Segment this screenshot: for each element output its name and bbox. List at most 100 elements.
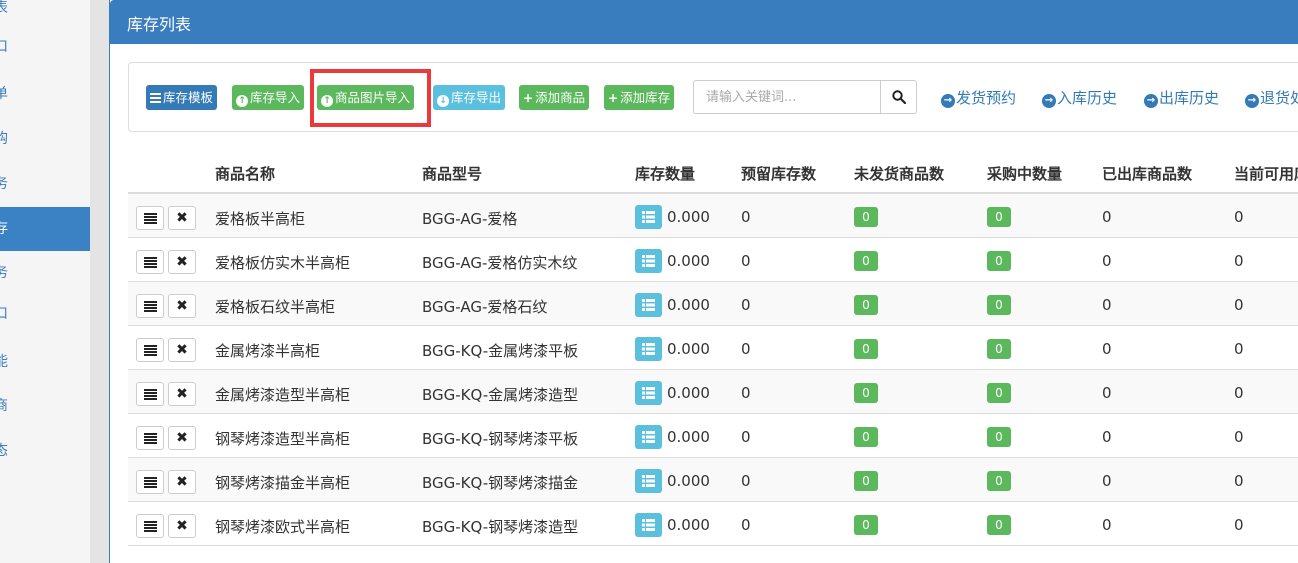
image-import-button[interactable]: ↑ 商品图片导入 <box>317 85 415 110</box>
row-menu-button[interactable] <box>136 470 164 494</box>
panel-header: 库存列表 <box>110 0 1298 44</box>
header-shipped: 已出库商品数 <box>1102 165 1193 183</box>
stock-template-button[interactable]: 库存模板 <box>146 85 218 110</box>
purchasing-badge[interactable]: 0 <box>987 339 1011 359</box>
cell-stock-qty: 0.000 <box>667 252 710 270</box>
cell-shipped: 0 <box>1102 340 1112 358</box>
arrow-circle-icon: → <box>1245 94 1259 108</box>
purchasing-badge[interactable]: 0 <box>987 207 1011 227</box>
sidebar-item-stock[interactable]: 存 <box>0 207 90 251</box>
table-row: ✖ 金属烤漆半高柜 BGG-KQ-金属烤漆平板 0.000 0 0 0 0 0 <box>128 326 1298 370</box>
returns-link[interactable]: → 退货处 <box>1245 87 1298 108</box>
header-product-name: 商品名称 <box>215 165 276 183</box>
cell-product-model: BGG-KQ-钢琴烤漆平板 <box>422 430 579 448</box>
purchasing-badge[interactable]: 0 <box>987 295 1011 315</box>
table-row: ✖ 金属烤漆造型半高柜 BGG-KQ-金属烤漆造型 0.000 0 0 0 0 0 <box>128 370 1298 414</box>
sidebar: 表 口 单 购 务 存 务 口 能 商 态 <box>0 0 90 563</box>
sidebar-item-4[interactable]: 购 <box>0 117 90 161</box>
cell-product-name: 爱格板石纹半高柜 <box>215 298 336 316</box>
row-menu-button[interactable] <box>136 426 164 450</box>
cell-reserved: 0 <box>741 252 751 270</box>
stock-detail-button[interactable] <box>635 469 662 493</box>
row-menu-button[interactable] <box>136 294 164 318</box>
sidebar-item-11[interactable]: 态 <box>0 429 90 473</box>
row-menu-button[interactable] <box>136 250 164 274</box>
cell-available: 0 <box>1234 208 1244 226</box>
close-icon: ✖ <box>176 254 188 270</box>
cell-product-model: BGG-AG-爱格石纹 <box>422 298 548 316</box>
sidebar-item-3[interactable]: 单 <box>0 72 90 116</box>
stock-detail-button[interactable] <box>635 381 662 405</box>
sidebar-item-7[interactable]: 务 <box>0 251 90 295</box>
stock-detail-button[interactable] <box>635 205 662 229</box>
close-icon: ✖ <box>176 298 188 314</box>
sidebar-item-9[interactable]: 能 <box>0 340 90 384</box>
row-delete-button[interactable]: ✖ <box>168 294 196 318</box>
unshipped-badge[interactable]: 0 <box>854 471 878 491</box>
row-menu-button[interactable] <box>136 206 164 230</box>
delivery-booking-link[interactable]: → 发货预约 <box>941 87 1016 108</box>
purchasing-badge[interactable]: 0 <box>987 515 1011 535</box>
row-delete-button[interactable]: ✖ <box>168 470 196 494</box>
purchasing-badge[interactable]: 0 <box>987 383 1011 403</box>
list-icon <box>642 387 655 399</box>
cell-available: 0 <box>1234 472 1244 490</box>
close-icon: ✖ <box>176 386 188 402</box>
add-stock-button[interactable]: + 添加库存 <box>604 85 675 110</box>
sidebar-item-10[interactable]: 商 <box>0 384 90 428</box>
cell-shipped: 0 <box>1102 428 1112 446</box>
stock-import-button[interactable]: ↑ 库存导入 <box>232 85 305 110</box>
menu-icon <box>144 257 157 268</box>
content-gutter <box>90 0 109 563</box>
row-menu-button[interactable] <box>136 382 164 406</box>
row-delete-button[interactable]: ✖ <box>168 338 196 362</box>
sidebar-item-2[interactable]: 口 <box>0 25 90 69</box>
table-row: ✖ 爱格板石纹半高柜 BGG-AG-爱格石纹 0.000 0 0 0 0 0 <box>128 282 1298 326</box>
row-menu-button[interactable] <box>136 514 164 538</box>
cell-available: 0 <box>1234 428 1244 446</box>
unshipped-badge[interactable]: 0 <box>854 427 878 447</box>
plus-icon: + <box>523 91 534 105</box>
purchasing-badge[interactable]: 0 <box>987 471 1011 491</box>
purchasing-badge[interactable]: 0 <box>987 427 1011 447</box>
row-delete-button[interactable]: ✖ <box>168 382 196 406</box>
stock-export-button[interactable]: ↓ 库存导出 <box>433 85 506 110</box>
row-delete-button[interactable]: ✖ <box>168 514 196 538</box>
table-row: ✖ 爱格板半高柜 BGG-AG-爱格 0.000 0 0 0 0 0 <box>128 194 1298 238</box>
unshipped-badge[interactable]: 0 <box>854 251 878 271</box>
cell-shipped: 0 <box>1102 472 1112 490</box>
cell-shipped: 0 <box>1102 516 1112 534</box>
row-delete-button[interactable]: ✖ <box>168 426 196 450</box>
unshipped-badge[interactable]: 0 <box>854 383 878 403</box>
download-circle-icon: ↓ <box>437 95 449 107</box>
unshipped-badge[interactable]: 0 <box>854 515 878 535</box>
cell-product-model: BGG-KQ-钢琴烤漆描金 <box>422 474 579 492</box>
stock-detail-button[interactable] <box>635 249 662 273</box>
add-product-button[interactable]: + 添加商品 <box>519 85 590 110</box>
inbound-history-link[interactable]: → 入库历史 <box>1042 87 1117 108</box>
stock-detail-button[interactable] <box>635 337 662 361</box>
plus-icon: + <box>608 91 619 105</box>
purchasing-badge[interactable]: 0 <box>987 251 1011 271</box>
stock-detail-button[interactable] <box>635 425 662 449</box>
sidebar-item-8[interactable]: 口 <box>0 292 90 336</box>
row-menu-button[interactable] <box>136 338 164 362</box>
header-product-model: 商品型号 <box>422 165 483 183</box>
menu-icon <box>144 477 157 488</box>
cell-available: 0 <box>1234 516 1244 534</box>
sidebar-item-5[interactable]: 务 <box>0 162 90 206</box>
stock-detail-button[interactable] <box>635 513 662 537</box>
row-delete-button[interactable]: ✖ <box>168 206 196 230</box>
search-button[interactable] <box>880 80 917 114</box>
unshipped-badge[interactable]: 0 <box>854 339 878 359</box>
unshipped-badge[interactable]: 0 <box>854 207 878 227</box>
cell-reserved: 0 <box>741 384 751 402</box>
stock-detail-button[interactable] <box>635 293 662 317</box>
cell-shipped: 0 <box>1102 296 1112 314</box>
unshipped-badge[interactable]: 0 <box>854 295 878 315</box>
list-icon <box>642 211 655 223</box>
outbound-history-link[interactable]: → 出库历史 <box>1144 87 1219 108</box>
cell-reserved: 0 <box>741 516 751 534</box>
search-input[interactable] <box>693 80 881 114</box>
row-delete-button[interactable]: ✖ <box>168 250 196 274</box>
